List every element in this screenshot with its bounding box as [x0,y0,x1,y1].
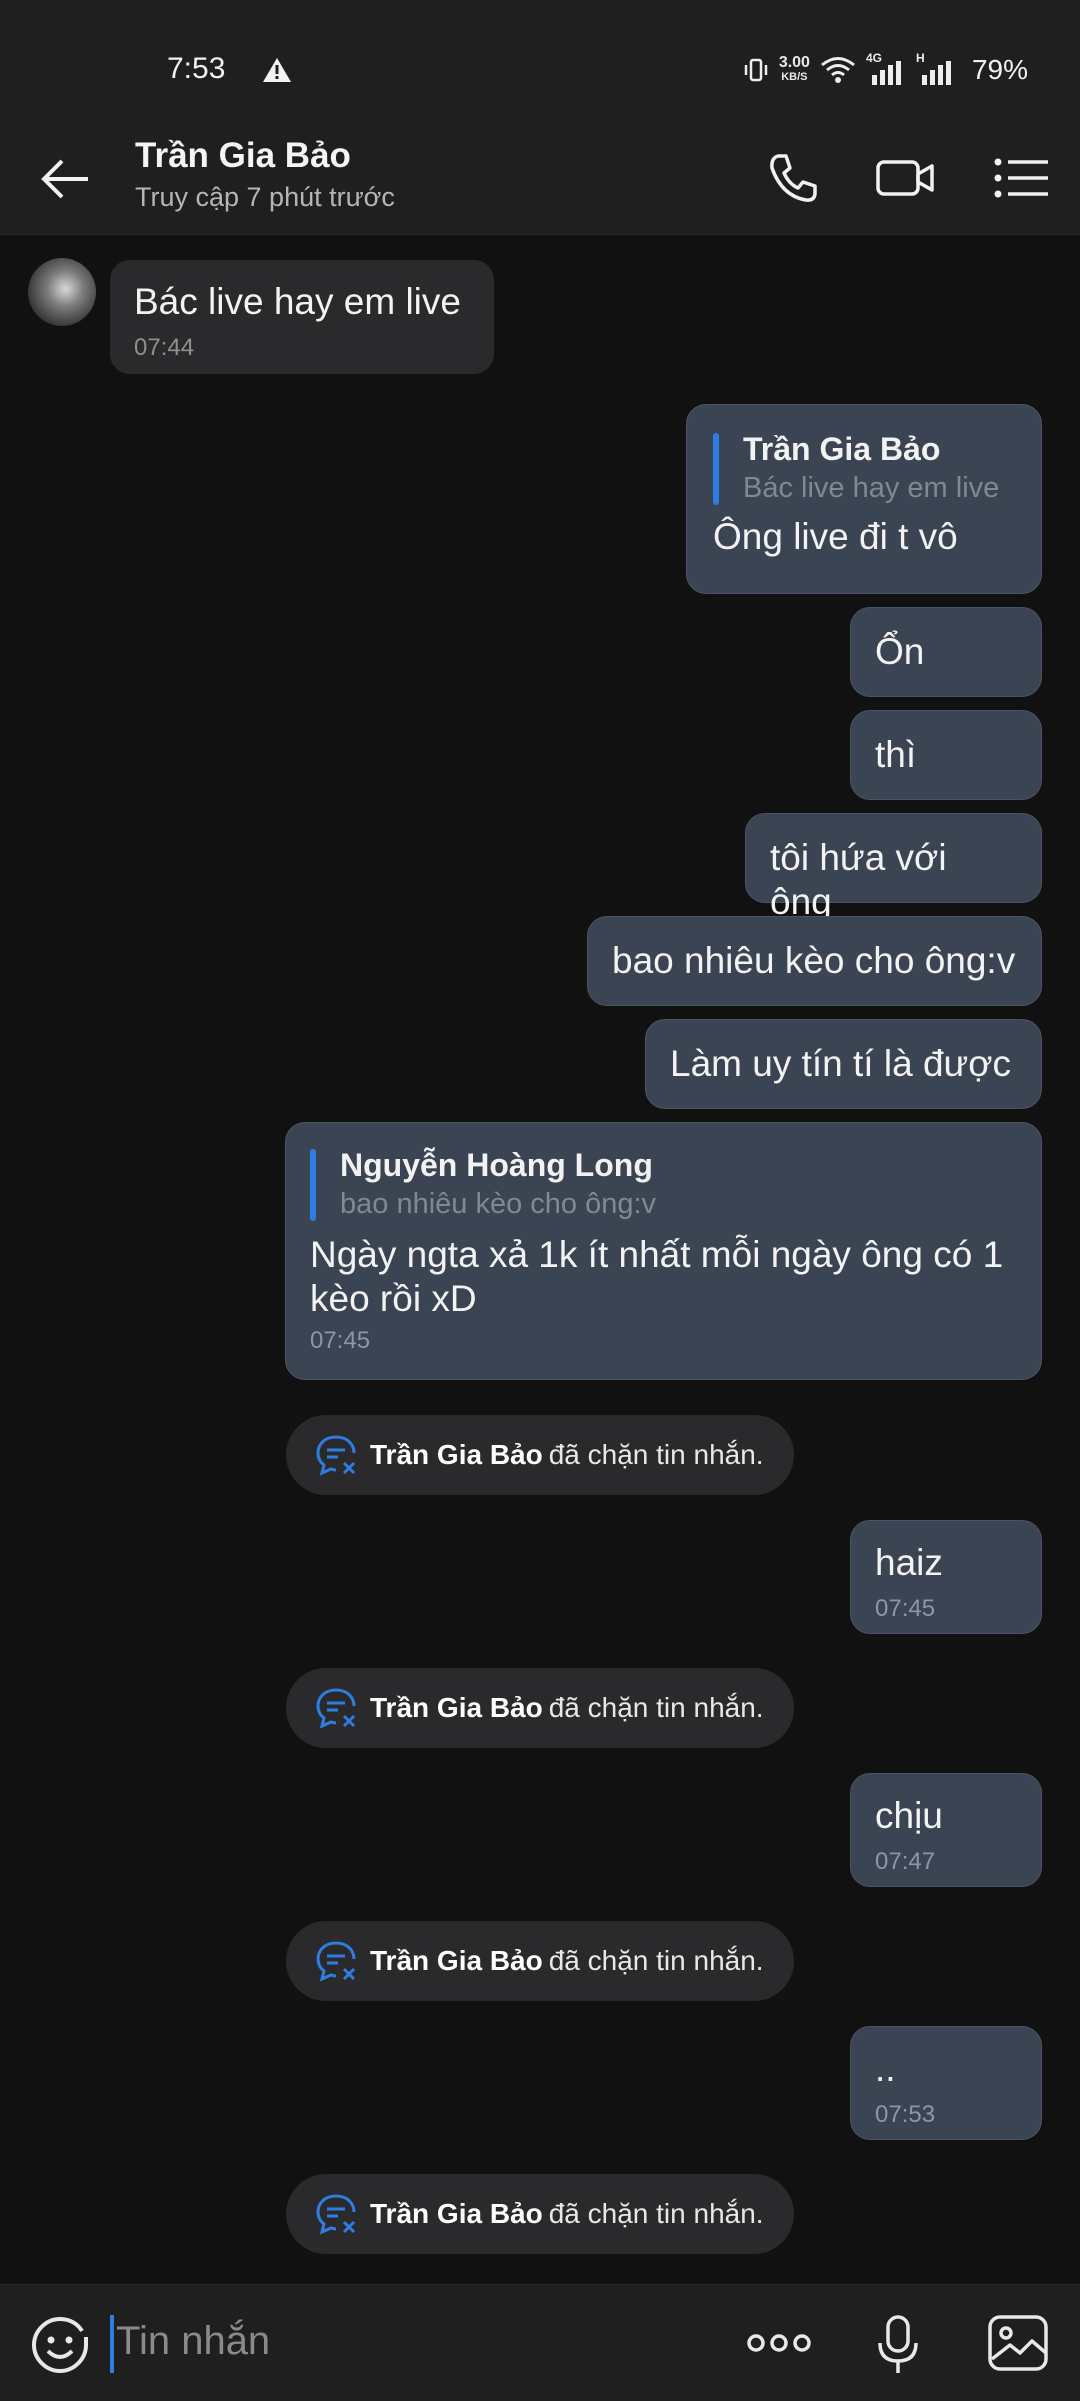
status-time: 7:53 [167,52,226,85]
message-outgoing[interactable]: tôi hứa với ông [745,813,1042,922]
wifi-icon [821,57,855,83]
system-notice-name: Trần Gia Bảo [370,1439,543,1470]
phone-call-icon[interactable] [760,146,824,210]
message-outgoing[interactable]: haiz 07:45 [850,1520,1042,1634]
message-text: bao nhiêu kèo cho ông:v [612,940,1016,981]
contact-avatar[interactable] [28,258,96,326]
message-outgoing-reply[interactable]: Trần Gia Bảo Bác live hay em live Ông li… [686,404,1042,594]
quoted-sender: Nguyễn Hoàng Long [340,1147,653,1183]
quoted-message[interactable]: Nguyễn Hoàng Long bao nhiêu kèo cho ông:… [310,1145,1017,1223]
quoted-text: Bác live hay em live [743,472,1000,504]
message-outgoing[interactable]: bao nhiêu kèo cho ông:v [587,916,1042,1006]
system-notice-name: Trần Gia Bảo [370,2198,543,2229]
status-indicators: 3.00 KB/S 4G H 79% [743,50,1028,90]
system-notice-text: đã chặn tin nhắn. [548,1692,764,1723]
system-notice-blocked: Trần Gia Bảo đã chặn tin nhắn. [286,1921,794,2001]
message-outgoing[interactable]: chịu 07:47 [850,1773,1042,1887]
blocked-message-icon [316,1941,356,1982]
system-notice-name: Trần Gia Bảo [370,1692,543,1723]
message-text: Ông live đi t vô [713,516,958,557]
system-notice-blocked: Trần Gia Bảo đã chặn tin nhắn. [286,1415,794,1495]
menu-list-icon[interactable] [990,146,1054,210]
microphone-icon[interactable] [872,2313,924,2377]
message-time: 07:45 [310,1327,371,1354]
contact-name[interactable]: Trần Gia Bảo [135,136,351,176]
net-speed: 3.00 KB/S [778,54,810,84]
signal-1: 4G [866,51,906,85]
net-speed-value: 3.00 [778,54,810,71]
message-time: 07:44 [134,334,195,361]
emoji-sticker-icon[interactable] [30,2315,90,2375]
message-input[interactable]: Tin nhắn [116,2319,270,2364]
quoted-text: bao nhiêu kèo cho ông:v [340,1188,657,1220]
message-text: chịu [875,1795,943,1836]
message-time: 07:53 [875,2101,936,2128]
message-time: 07:47 [875,1848,936,1875]
message-time: 07:45 [875,1595,936,1622]
blocked-message-icon [316,2194,356,2235]
message-text: thì [875,734,917,775]
image-gallery-icon[interactable] [986,2313,1050,2373]
message-outgoing[interactable]: Ổn [850,607,1042,697]
message-text: Ổn [875,631,925,672]
blocked-message-icon [316,1435,356,1476]
message-text: haiz [875,1542,943,1583]
back-arrow-icon[interactable] [36,154,96,204]
system-notice-text: đã chặn tin nhắn. [548,2198,764,2229]
signal-2: H [916,51,956,85]
contact-last-seen: Truy cập 7 phút trước [135,182,395,212]
message-text: .. [875,2048,896,2089]
net-speed-unit: KB/S [781,71,808,83]
message-text: Bác live hay em live [134,281,461,322]
message-outgoing-reply[interactable]: Nguyễn Hoàng Long bao nhiêu kèo cho ông:… [285,1122,1042,1380]
message-text: tôi hứa với ông [770,837,947,922]
message-text: Làm uy tín tí là được [670,1043,1012,1084]
signal-bars-icon-2 [921,61,951,85]
message-outgoing[interactable]: thì [850,710,1042,800]
warning-icon [263,58,291,82]
more-options-icon[interactable] [746,2325,812,2361]
status-bar: 7:53 3.00 KB/S 4G H 79% [0,0,1080,120]
message-text: Ngày ngta xả 1k ít nhất mỗi ngày ông có … [310,1234,1004,1319]
system-notice-blocked: Trần Gia Bảo đã chặn tin nhắn. [286,1668,794,1748]
quoted-sender: Trần Gia Bảo [743,431,941,467]
message-incoming[interactable]: Bác live hay em live 07:44 [110,260,494,374]
signal-bars-icon [871,61,901,85]
battery-percent: 79% [971,54,1028,85]
chat-header: Trần Gia Bảo Truy cập 7 phút trước [0,120,1080,235]
text-caret [110,2315,114,2373]
quoted-message[interactable]: Trần Gia Bảo Bác live hay em live [713,429,1015,507]
system-notice-blocked: Trần Gia Bảo đã chặn tin nhắn. [286,2174,794,2254]
vibrate-icon [744,58,768,82]
system-notice-name: Trần Gia Bảo [370,1945,543,1976]
blocked-message-icon [316,1688,356,1729]
system-notice-text: đã chặn tin nhắn. [548,1439,764,1470]
system-notice-text: đã chặn tin nhắn. [548,1945,764,1976]
message-outgoing[interactable]: .. 07:53 [850,2026,1042,2140]
message-input-bar: Tin nhắn [0,2284,1080,2401]
video-call-icon[interactable] [874,146,938,210]
message-outgoing[interactable]: Làm uy tín tí là được [645,1019,1042,1109]
